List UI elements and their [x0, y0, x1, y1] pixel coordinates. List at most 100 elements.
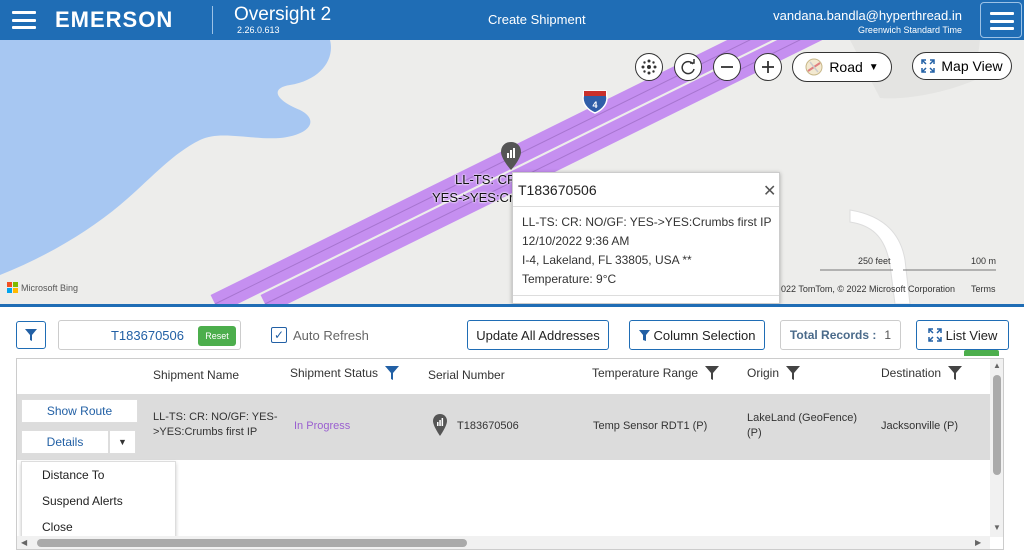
column-header-origin[interactable]: Origin [747, 365, 801, 381]
scroll-left-icon[interactable]: ◀ [21, 538, 27, 547]
details-button[interactable]: Details [21, 430, 109, 454]
table-row[interactable]: LL-TS: CR: NO/GF: YES- >YES:Crumbs first… [17, 394, 990, 460]
bing-logo: Microsoft Bing [7, 282, 78, 293]
expand-icon [921, 59, 936, 73]
auto-refresh-label: Auto Refresh [293, 327, 369, 343]
minus-icon [721, 66, 733, 68]
hamburger-icon [990, 12, 1014, 30]
scroll-up-icon[interactable]: ▲ [993, 361, 1001, 370]
status-tab [964, 350, 999, 356]
cluster-icon [641, 59, 657, 75]
map-style-dropdown[interactable]: Road ▼ [792, 52, 892, 82]
panel-divider[interactable] [0, 304, 1024, 307]
update-addresses-button[interactable]: Update All Addresses [467, 320, 609, 350]
shipments-grid: Shipment Name Shipment Status Serial Num… [16, 358, 1004, 550]
column-header-shipment-name[interactable]: Shipment Name [153, 368, 239, 382]
road-style-icon [805, 58, 823, 76]
device-pin-icon [432, 413, 448, 442]
zoom-out-button[interactable] [713, 53, 741, 81]
caret-down-icon: ▼ [868, 61, 879, 73]
svg-text:4: 4 [592, 100, 597, 110]
search-input[interactable] [60, 322, 188, 348]
column-header-serial-number[interactable]: Serial Number [428, 368, 505, 382]
total-records-value: 1 [884, 328, 892, 342]
list-view-button[interactable]: List View [916, 320, 1009, 350]
shipment-marker[interactable] [500, 141, 522, 176]
scroll-right-icon[interactable]: ▶ [975, 538, 981, 547]
list-view-label: List View [945, 327, 998, 343]
marker-label-line2: YES->YES:Cr [432, 190, 514, 205]
zoom-in-button[interactable] [754, 53, 782, 81]
map-pin-icon [501, 142, 521, 170]
expand-icon [927, 328, 942, 342]
popup-divider [513, 206, 779, 207]
total-records-label: Total Records : [789, 328, 877, 342]
update-addresses-label: Update All Addresses [476, 327, 600, 343]
map-view[interactable]: 4 Road ▼ Map View LL-TS: CR YES->YES:Cr … [0, 40, 1024, 304]
provider-label: Microsoft Bing [21, 282, 79, 293]
menu-item-distance-to[interactable]: Distance To [42, 468, 104, 482]
popup-temperature: Temperature: 9°C [522, 272, 617, 286]
scale-feet: 250 feet [858, 256, 891, 266]
auto-refresh-checkbox[interactable]: ✓ [271, 327, 287, 343]
map-view-button[interactable]: Map View [912, 52, 1012, 80]
vertical-scroll-thumb[interactable] [993, 375, 1001, 475]
close-icon[interactable]: ✕ [763, 181, 776, 201]
water-body [0, 40, 331, 275]
plus-icon [762, 61, 774, 73]
filter-icon[interactable] [384, 365, 400, 381]
popup-title: T183670506 [518, 182, 597, 198]
filter-icon[interactable] [947, 365, 963, 381]
rotate-icon [681, 59, 695, 75]
vertical-scrollbar[interactable]: ▲ ▼ [990, 359, 1003, 537]
filter-icon [638, 329, 650, 341]
map-view-label: Map View [941, 58, 1003, 74]
show-route-button[interactable]: Show Route [21, 399, 138, 423]
search-box: Reset [58, 320, 241, 350]
user-menu-button[interactable] [980, 2, 1022, 38]
column-header-shipment-status[interactable]: Shipment Status [290, 365, 400, 381]
microsoft-logo-icon [7, 282, 18, 293]
filter-icon[interactable] [785, 365, 801, 381]
rotate-map-button[interactable] [674, 53, 702, 81]
popup-shipment-name: LL-TS: CR: NO/GF: YES->YES:Crumbs first … [522, 215, 772, 229]
column-selection-label: Column Selection [653, 327, 756, 343]
popup-timestamp: 12/10/2022 9:36 AM [522, 234, 630, 248]
menu-item-suspend-alerts[interactable]: Suspend Alerts [42, 494, 123, 508]
scroll-down-icon[interactable]: ▼ [993, 523, 1001, 532]
app-version: 2.26.0.613 [237, 25, 280, 35]
auto-refresh-toggle[interactable]: ✓ Auto Refresh [271, 327, 369, 343]
column-header-destination[interactable]: Destination [881, 365, 963, 381]
scale-meters: 100 m [971, 256, 997, 266]
horizontal-scroll-thumb[interactable] [37, 539, 467, 547]
filter-button[interactable] [16, 321, 46, 349]
menu-item-close[interactable]: Close [42, 520, 73, 534]
user-email: vandana.bandla@hyperthread.in [773, 8, 962, 23]
terms-link[interactable]: Terms [971, 284, 996, 294]
details-dropdown-toggle[interactable]: ▼ [109, 430, 136, 454]
map-attribution: 022 TomTom, © 2022 Microsoft Corporation [781, 284, 956, 294]
nav-menu-icon[interactable] [12, 11, 36, 29]
page-title: Create Shipment [488, 12, 586, 27]
cluster-toggle-button[interactable] [635, 53, 663, 81]
app-name: Oversight 2 [234, 4, 332, 25]
cell-temperature-range: Temp Sensor RDT1 (P) [593, 420, 708, 432]
user-timezone: Greenwich Standard Time [857, 25, 962, 35]
row-actions-menu: Distance To Suspend Alerts Close [21, 461, 176, 547]
brand-logo: EMERSON [55, 7, 174, 32]
marker-label-line1: LL-TS: CR [455, 172, 517, 187]
top-bar: EMERSON Oversight 2 2.26.0.613 Create Sh… [0, 0, 1024, 40]
column-selection-button[interactable]: Column Selection [629, 320, 765, 350]
shipment-popup: T183670506 ✕ LL-TS: CR: NO/GF: YES->YES:… [512, 172, 780, 304]
filter-icon[interactable] [704, 365, 720, 381]
reset-button[interactable]: Reset [198, 326, 236, 346]
column-header-temperature-range[interactable]: Temperature Range [592, 365, 720, 381]
cell-serial-number: T183670506 [457, 420, 519, 432]
total-records: Total Records : 1 [780, 320, 901, 350]
caret-down-icon: ▼ [118, 437, 127, 447]
cell-destination: Jacksonville (P) [881, 420, 959, 432]
cell-origin: LakeLand (GeoFence) (P) [747, 412, 858, 439]
cell-shipment-name: LL-TS: CR: NO/GF: YES- >YES:Crumbs first… [153, 411, 278, 438]
horizontal-scrollbar[interactable]: ◀ ▶ [17, 536, 990, 549]
cell-shipment-status: In Progress [294, 420, 351, 432]
